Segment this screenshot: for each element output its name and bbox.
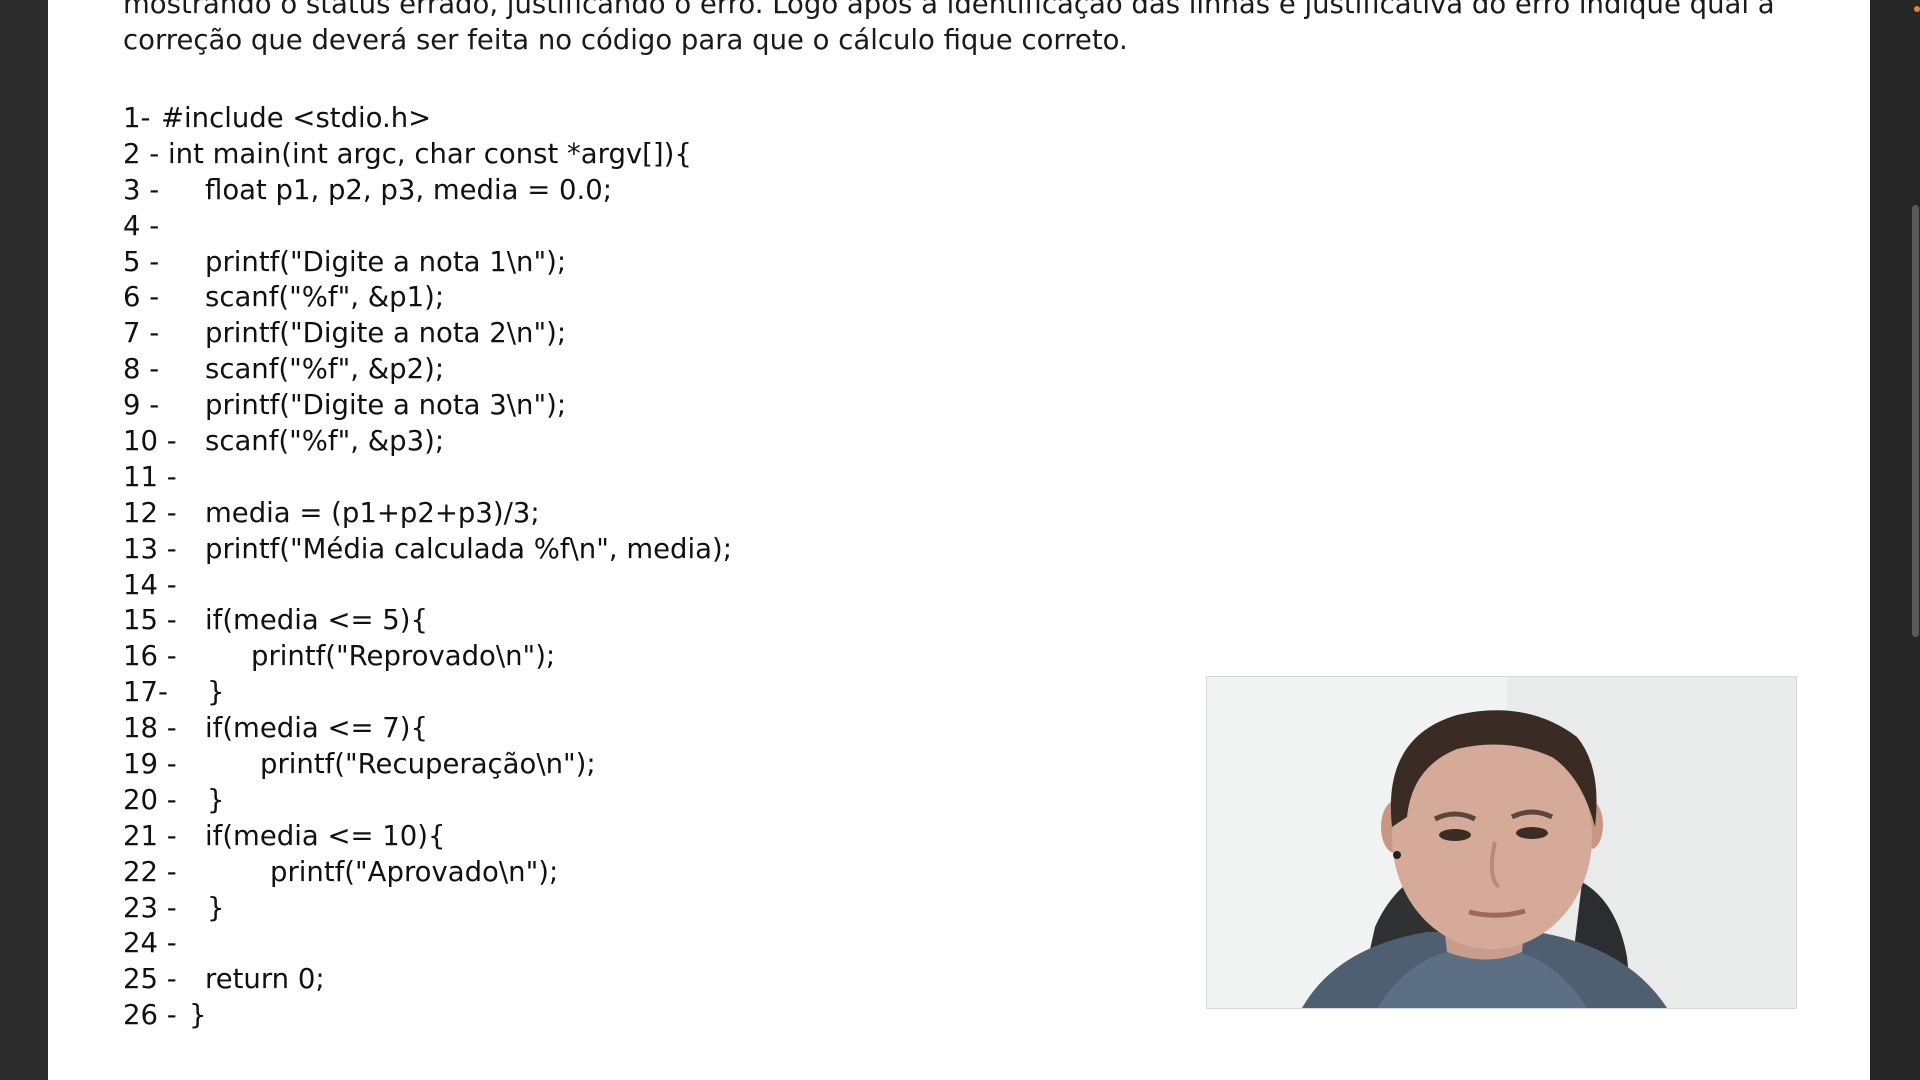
code-line: 6 - scanf("%f", &p1); (123, 280, 444, 316)
webcam-overlay[interactable] (1207, 677, 1796, 1008)
code-line: 11 - (123, 460, 205, 496)
line-number: 25 - (123, 963, 177, 996)
code-line: 20 -} (123, 783, 225, 819)
code-text: scanf("%f", &p3); (205, 425, 445, 458)
code-text: if(media <= 10){ (205, 819, 446, 852)
code-line: 21 - if(media <= 10){ (123, 819, 446, 855)
line-number: 6 - (123, 281, 160, 314)
code-line: 18 - if(media <= 7){ (123, 711, 428, 747)
person-webcam-icon (1207, 677, 1796, 1008)
code-line: 22 - printf("Aprovado\n"); (123, 855, 558, 891)
code-line: 12 - media = (p1+p2+p3)/3; (123, 496, 540, 532)
code-line: 4 - (123, 209, 205, 245)
instructions-paragraph: mostrando o status errado, justificando … (123, 0, 1803, 58)
line-number: 14 - (123, 568, 177, 601)
vertical-scrollbar[interactable] (1912, 205, 1919, 637)
code-text: printf("Recuperação\n"); (260, 748, 596, 781)
intro-line-1: mostrando o status errado, justificando … (123, 0, 1775, 20)
code-text: printf("Digite a nota 1\n"); (205, 245, 567, 278)
code-line: 17-} (123, 675, 225, 711)
code-text: if(media <= 5){ (205, 604, 428, 637)
code-line: 1- #include <stdio.h> (123, 101, 431, 137)
intro-line-2: correção que deverá ser feita no código … (123, 24, 1128, 56)
code-text: } (189, 999, 207, 1032)
code-line: 26 -} (123, 998, 207, 1034)
code-line: 7 - printf("Digite a nota 2\n"); (123, 316, 566, 352)
line-number: 11 - (123, 460, 177, 493)
code-line: 10 - scanf("%f", &p3); (123, 424, 444, 460)
code-text: printf("Digite a nota 3\n"); (205, 389, 567, 422)
code-line: 16 - printf("Reprovado\n"); (123, 639, 555, 675)
code-text: scanf("%f", &p1); (205, 281, 445, 314)
code-text: } (207, 783, 225, 816)
line-number: 5 - (123, 245, 160, 278)
code-text: scanf("%f", &p2); (205, 353, 445, 386)
code-text: media = (p1+p2+p3)/3; (205, 496, 540, 529)
code-line: 3 - float p1, p2, p3, media = 0.0; (123, 173, 612, 209)
code-text: #include <stdio.h> (161, 102, 432, 134)
code-line: 25 - return 0; (123, 962, 325, 998)
line-number: 10 - (123, 425, 177, 458)
code-text: } (207, 891, 225, 924)
line-number: 3 - (123, 173, 160, 206)
line-number: 19 - (123, 748, 177, 781)
left-dark-margin (0, 0, 48, 1080)
line-number: 15 - (123, 604, 177, 637)
line-number: 17- (123, 676, 168, 709)
code-line: 24 - (123, 926, 205, 962)
line-number: 13 - (123, 532, 177, 565)
code-text: } (207, 676, 225, 709)
code-text: float p1, p2, p3, media = 0.0; (205, 173, 613, 206)
line-number: 12 - (123, 496, 177, 529)
line-number: 23 - (123, 891, 177, 924)
code-line: 14 - (123, 568, 205, 604)
code-text: printf("Reprovado\n"); (251, 640, 556, 673)
line-number: 22 - (123, 855, 177, 888)
code-text: int main(int argc, char const *argv[]){ (168, 137, 692, 170)
line-number: 4 - (123, 209, 160, 242)
line-number: 24 - (123, 927, 177, 960)
code-listing: 1- #include <stdio.h> 2 - int main(int arg… (123, 101, 732, 1034)
code-line: 15 - if(media <= 5){ (123, 603, 428, 639)
code-line: 8 - scanf("%f", &p2); (123, 352, 444, 388)
line-number: 20 - (123, 783, 177, 816)
code-line: 9 - printf("Digite a nota 3\n"); (123, 388, 566, 424)
code-text: printf("Aprovado\n"); (270, 855, 559, 888)
line-number: 8 - (123, 353, 160, 386)
code-line: 13 - printf("Média calculada %f\n", media… (123, 532, 732, 568)
line-number: 16 - (123, 640, 177, 673)
code-line: 19 - printf("Recuperação\n"); (123, 747, 596, 783)
code-line: 2 - int main(int argc, char const *argv[]… (123, 137, 692, 173)
line-number: 7 - (123, 317, 160, 350)
code-text: return 0; (205, 963, 325, 996)
line-number: 9 - (123, 389, 160, 422)
code-text: printf("Digite a nota 2\n"); (205, 317, 567, 350)
code-text: if(media <= 7){ (205, 712, 428, 745)
code-line: 5 - printf("Digite a nota 1\n"); (123, 245, 566, 281)
line-number: 18 - (123, 712, 177, 745)
code-line: 23 -} (123, 891, 225, 927)
notification-dot-icon (1914, 6, 1920, 12)
code-text: printf("Média calculada %f\n", media); (205, 532, 732, 565)
line-number: 21 - (123, 819, 177, 852)
